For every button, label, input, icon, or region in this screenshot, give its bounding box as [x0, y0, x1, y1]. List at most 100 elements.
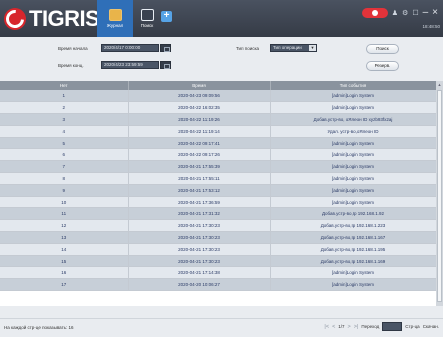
prev-page-icon[interactable]: < [332, 324, 335, 330]
cell-time: 2020-04-21 17:14:38 [128, 266, 271, 280]
search-button[interactable]: Поиск [366, 44, 399, 54]
cell-event-type: [admin]Login System [270, 90, 437, 103]
end-calendar-icon[interactable] [160, 61, 171, 69]
table-row[interactable]: 8 2020-04-21 17:55:11 [admin]Login System [0, 172, 437, 185]
settings-icon[interactable]: ⚙ [402, 9, 408, 17]
table-row[interactable]: 5 2020-04-22 09:17:41 [admin]Login System [0, 137, 437, 150]
table-row[interactable]: 16 2020-04-21 17:14:38 [admin]Login System [0, 266, 437, 280]
page-indicator: 1/7 [338, 324, 345, 329]
table-row[interactable]: 15 2020-04-21 17:30:23 Добав.устр-во,Ip 19… [0, 255, 437, 268]
table-row[interactable]: 17 2020-04-20 10:06:27 [admin]Login System [0, 278, 437, 292]
cell-event-type: Добав.устр-во,Ip 192.168.1.195 [270, 243, 437, 256]
table-row[interactable]: 1 2020-04-23 09:09:56 [admin]Login System [0, 90, 437, 103]
cell-number: 5 [0, 137, 129, 150]
minimize-icon[interactable]: – [423, 7, 429, 18]
table-body: 1 2020-04-23 09:09:56 [admin]Login System 2… [0, 90, 437, 292]
cell-time: 2020-04-22 09:17:26 [128, 148, 271, 162]
backup-button[interactable]: Резерв. [366, 61, 399, 71]
table-row[interactable]: 4 2020-04-22 11:19:14 Удал. устр-во,оЯлеон… [0, 125, 437, 138]
tab-search[interactable]: Поиск [129, 0, 165, 37]
title-bar: TIGRIS Журнал Поиск + ♟ ⚙ ☐ – × 18:48:50 [0, 0, 443, 37]
start-calendar-icon[interactable] [160, 44, 171, 52]
cell-number: 2 [0, 101, 129, 115]
cell-number: 10 [0, 196, 129, 209]
cell-event-type: [admin]Login System [270, 196, 437, 209]
cell-number: 12 [0, 219, 129, 233]
table-row[interactable]: 10 2020-04-21 17:36:59 [admin]Login System [0, 196, 437, 209]
cell-time: 2020-04-23 09:09:56 [128, 90, 271, 103]
tab-search-label: Поиск [140, 23, 154, 28]
cell-event-type: Добав.устр-во,Ip 192.168.1.169 [270, 255, 437, 268]
scroll-up-icon[interactable]: ▲ [437, 82, 442, 88]
search-type-select[interactable]: Тип операции ▼ [270, 44, 317, 52]
cell-number: 3 [0, 113, 129, 126]
table-row[interactable]: 13 2020-04-21 17:30:23 Добав.устр-во,Ip 19… [0, 231, 437, 244]
lock-icon[interactable]: ☐ [412, 9, 418, 17]
cell-event-type: [admin]Login System [270, 160, 437, 174]
end-time-field[interactable]: 2020/4/23 23:59:59 [101, 61, 159, 69]
cell-event-type: [admin]Login System [270, 266, 437, 280]
cell-time: 2020-04-20 10:06:27 [128, 278, 271, 292]
journal-icon [108, 9, 122, 21]
event-log-table: Нет Время Тип события 1 2020-04-23 09:09:… [0, 81, 443, 306]
end-time-label: Время конц. [58, 63, 84, 68]
cell-time: 2020-04-21 17:55:39 [128, 160, 271, 174]
cell-time: 2020-04-22 11:19:14 [128, 125, 271, 138]
cell-event-type: [admin]Login System [270, 184, 437, 197]
table-row[interactable]: 12 2020-04-21 17:30:23 Добав.устр-во,Ip 19… [0, 219, 437, 233]
cell-number: 8 [0, 172, 129, 185]
scrollbar-thumb[interactable] [437, 90, 442, 302]
last-page-icon[interactable]: >| [354, 324, 359, 330]
cell-event-type: Удал. устр-во,оЯлеон ID [270, 125, 437, 138]
clock: 18:48:50 [422, 24, 440, 29]
cell-time: 2020-04-21 17:30:23 [128, 219, 271, 233]
per-page-label: На каждой стр-це показывать: 16 [4, 325, 74, 330]
table-row[interactable]: 14 2020-04-21 17:30:23 Добав.устр-во,Ip 19… [0, 243, 437, 256]
table-row[interactable]: 9 2020-04-21 17:53:12 [admin]Login System [0, 184, 437, 197]
table-row[interactable]: 3 2020-04-22 11:19:26 Добав.устр-во, оЯлео… [0, 113, 437, 126]
next-page-icon[interactable]: > [348, 324, 351, 330]
cell-time: 2020-04-21 17:30:23 [128, 255, 271, 268]
pagination-footer: На каждой стр-це показывать: 16 |< < 1/7… [0, 318, 443, 337]
record-indicator-icon[interactable] [361, 7, 388, 18]
cell-event-type: Добав.устр-во,Ip 192.168.1.167 [270, 231, 437, 244]
logo-text: TIGRIS [29, 6, 100, 31]
search-type-value: Тип операции [273, 45, 302, 50]
search-type-label: Тип поиска [236, 46, 260, 51]
column-header-time[interactable]: Время [128, 81, 271, 90]
user-icon[interactable]: ♟ [392, 9, 398, 17]
start-time-label: Время начала [58, 46, 88, 51]
start-time-field[interactable]: 2020/4/17 0:00:00 [101, 44, 159, 52]
app-logo: TIGRIS [4, 6, 100, 32]
cell-number: 17 [0, 278, 129, 292]
cell-event-type: [admin]Login System [270, 137, 437, 150]
column-header-event-type[interactable]: Тип события [270, 81, 437, 90]
cell-number: 15 [0, 255, 129, 268]
column-header-number[interactable]: Нет [0, 81, 129, 90]
table-row[interactable]: 2 2020-04-22 16:02:35 [admin]Login System [0, 101, 437, 115]
first-page-icon[interactable]: |< [324, 324, 329, 330]
add-tab-button[interactable]: + [161, 11, 172, 22]
page-unit-label: Стр-ца [405, 324, 420, 329]
search-filters: Время начала 2020/4/17 0:00:00 Время кон… [0, 37, 443, 77]
cell-number: 4 [0, 125, 129, 138]
cell-event-type: Добав.устр-во, оЯлеон ID xyzb93fx2aj [270, 113, 437, 126]
goto-label: Переход [361, 324, 380, 329]
cell-time: 2020-04-22 16:02:35 [128, 101, 271, 115]
table-row[interactable]: 7 2020-04-21 17:55:39 [admin]Login System [0, 160, 437, 174]
download-button[interactable]: Скачан. [423, 324, 439, 329]
cell-event-type: Добав.устр-во,Ip 192.168.1.92 [270, 207, 437, 221]
page-number-input[interactable] [382, 322, 403, 331]
cell-time: 2020-04-22 09:17:41 [128, 137, 271, 150]
cell-event-type: [admin]Login System [270, 101, 437, 115]
table-row[interactable]: 6 2020-04-22 09:17:26 [admin]Login System [0, 148, 437, 162]
search-tab-icon [140, 9, 154, 21]
cell-number: 16 [0, 266, 129, 280]
tab-journal-label: Журнал [106, 23, 124, 28]
close-icon[interactable]: × [432, 7, 438, 18]
tigris-logo-icon [4, 8, 26, 30]
tab-journal[interactable]: Журнал [97, 0, 133, 37]
cell-time: 2020-04-22 11:19:26 [128, 113, 271, 126]
table-row[interactable]: 11 2020-04-21 17:31:32 Добав.устр-во,Ip 19… [0, 207, 437, 221]
pagination-controls: |< < 1/7 > >| Переход Стр-ца Скачан. [324, 322, 439, 331]
